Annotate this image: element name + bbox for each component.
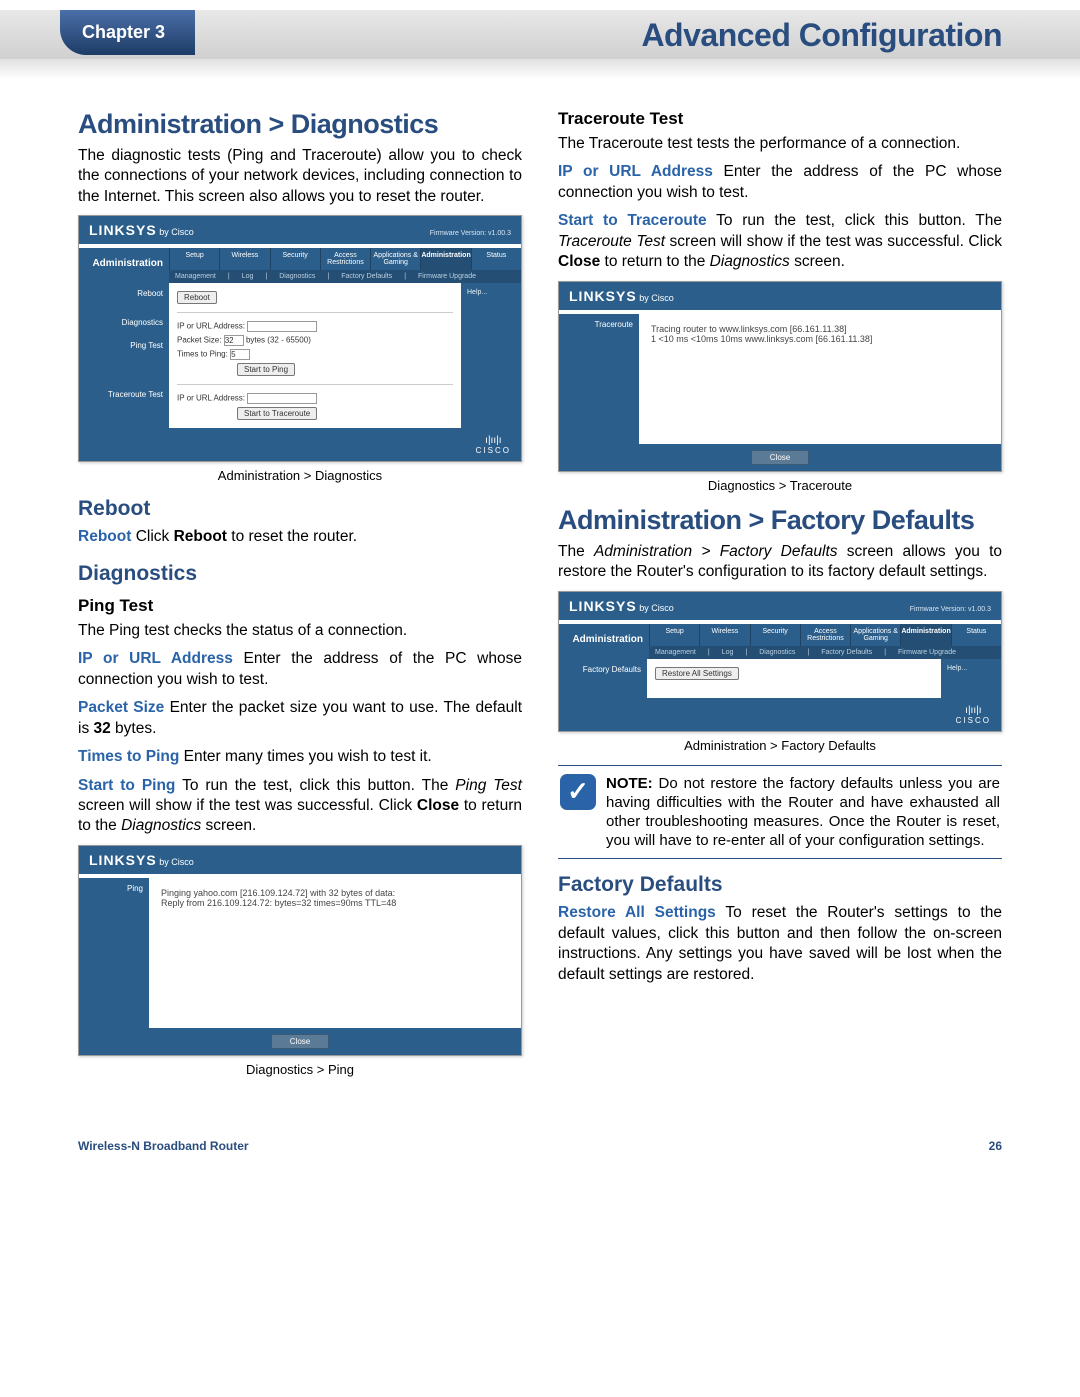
left-column: Administration > Diagnostics The diagnos… [78, 109, 522, 1089]
footer-page-number: 26 [989, 1139, 1002, 1153]
restore-all-settings-text: Restore All Settings To reset the Router… [558, 903, 1002, 985]
diagnostics-heading: Diagnostics [78, 562, 522, 586]
mock-tab: Wireless [219, 248, 269, 270]
caption-diagnostics: Administration > Diagnostics [78, 468, 522, 483]
footer-product: Wireless-N Broadband Router [78, 1139, 249, 1153]
diagnostics-screenshot: LINKSYS by Cisco Firmware Version: v1.00… [78, 215, 522, 462]
start-traceroute-text: Start to Traceroute To run the test, cli… [558, 211, 1002, 272]
factory-defaults-screenshot: LINKSYS by Cisco Firmware Version: v1.00… [558, 591, 1002, 732]
factory-defaults-intro: The Administration > Factory Defaults sc… [558, 542, 1002, 583]
section-title-diagnostics: Administration > Diagnostics [78, 109, 522, 140]
times-to-ping-text: Times to Ping Enter many times you wish … [78, 747, 522, 767]
mock-tab: Applications & Gaming [370, 248, 420, 270]
mock-reboot-button: Reboot [177, 291, 217, 304]
mock-tab: Status [471, 248, 521, 270]
mock-side-title: Administration [79, 248, 169, 283]
ip-address-text: IP or URL Address Enter the address of t… [78, 649, 522, 690]
diagnostics-intro: The diagnostic tests (Ping and Tracerout… [78, 146, 522, 207]
reboot-text: Reboot Click Reboot to reset the router. [78, 527, 522, 547]
note-text: NOTE: Do not restore the factory default… [606, 774, 1000, 851]
right-column: Traceroute Test The Traceroute test test… [558, 109, 1002, 1089]
mock-tab: Setup [169, 248, 219, 270]
mock-close-button: Close [751, 450, 809, 465]
mock-start-traceroute-button: Start to Traceroute [237, 407, 317, 420]
start-to-ping-text: Start to Ping To run the test, click thi… [78, 776, 522, 837]
header-title: Advanced Configuration [641, 17, 1002, 54]
packet-size-text: Packet Size Enter the packet size you wa… [78, 698, 522, 739]
note-box: ✓ NOTE: Do not restore the factory defau… [558, 765, 1002, 860]
mock-firmware: Firmware Version: v1.00.3 [430, 230, 511, 237]
page-header: Chapter 3 Advanced Configuration [0, 10, 1080, 59]
traceroute-heading: Traceroute Test [558, 109, 1002, 129]
mock-start-ping-button: Start to Ping [237, 363, 295, 376]
traceroute-screenshot: LINKSYS by Cisco Traceroute Tracing rout… [558, 281, 1002, 472]
mock-tab: Security [270, 248, 320, 270]
chapter-tab: Chapter 3 [60, 10, 195, 55]
header-shadow [0, 59, 1080, 79]
mock-tab: Access Restrictions [320, 248, 370, 270]
mock-tab-active: Administration [420, 248, 470, 270]
caption-traceroute: Diagnostics > Traceroute [558, 478, 1002, 493]
mock-close-button: Close [271, 1034, 329, 1049]
ping-screenshot: LINKSYS by Cisco Ping Pinging yahoo.com … [78, 845, 522, 1056]
page-footer: Wireless-N Broadband Router 26 [78, 1139, 1002, 1153]
content-columns: Administration > Diagnostics The diagnos… [0, 79, 1080, 1089]
factory-defaults-heading: Factory Defaults [558, 873, 1002, 897]
cisco-logo: CISCO [956, 705, 991, 725]
traceroute-ip-text: IP or URL Address Enter the address of t… [558, 162, 1002, 203]
cisco-logo: CISCO [476, 435, 511, 455]
ping-intro: The Ping test checks the status of a con… [78, 621, 522, 641]
ping-test-heading: Ping Test [78, 596, 522, 616]
checkmark-icon: ✓ [560, 774, 596, 810]
section-title-factory-defaults: Administration > Factory Defaults [558, 505, 1002, 536]
caption-ping: Diagnostics > Ping [78, 1062, 522, 1077]
page: Chapter 3 Advanced Configuration Adminis… [0, 10, 1080, 1193]
mock-brand: LINKSYS [89, 222, 157, 238]
caption-factory-defaults: Administration > Factory Defaults [558, 738, 1002, 753]
traceroute-intro: The Traceroute test tests the performanc… [558, 134, 1002, 154]
reboot-heading: Reboot [78, 497, 522, 521]
mock-restore-all-button: Restore All Settings [655, 667, 739, 680]
